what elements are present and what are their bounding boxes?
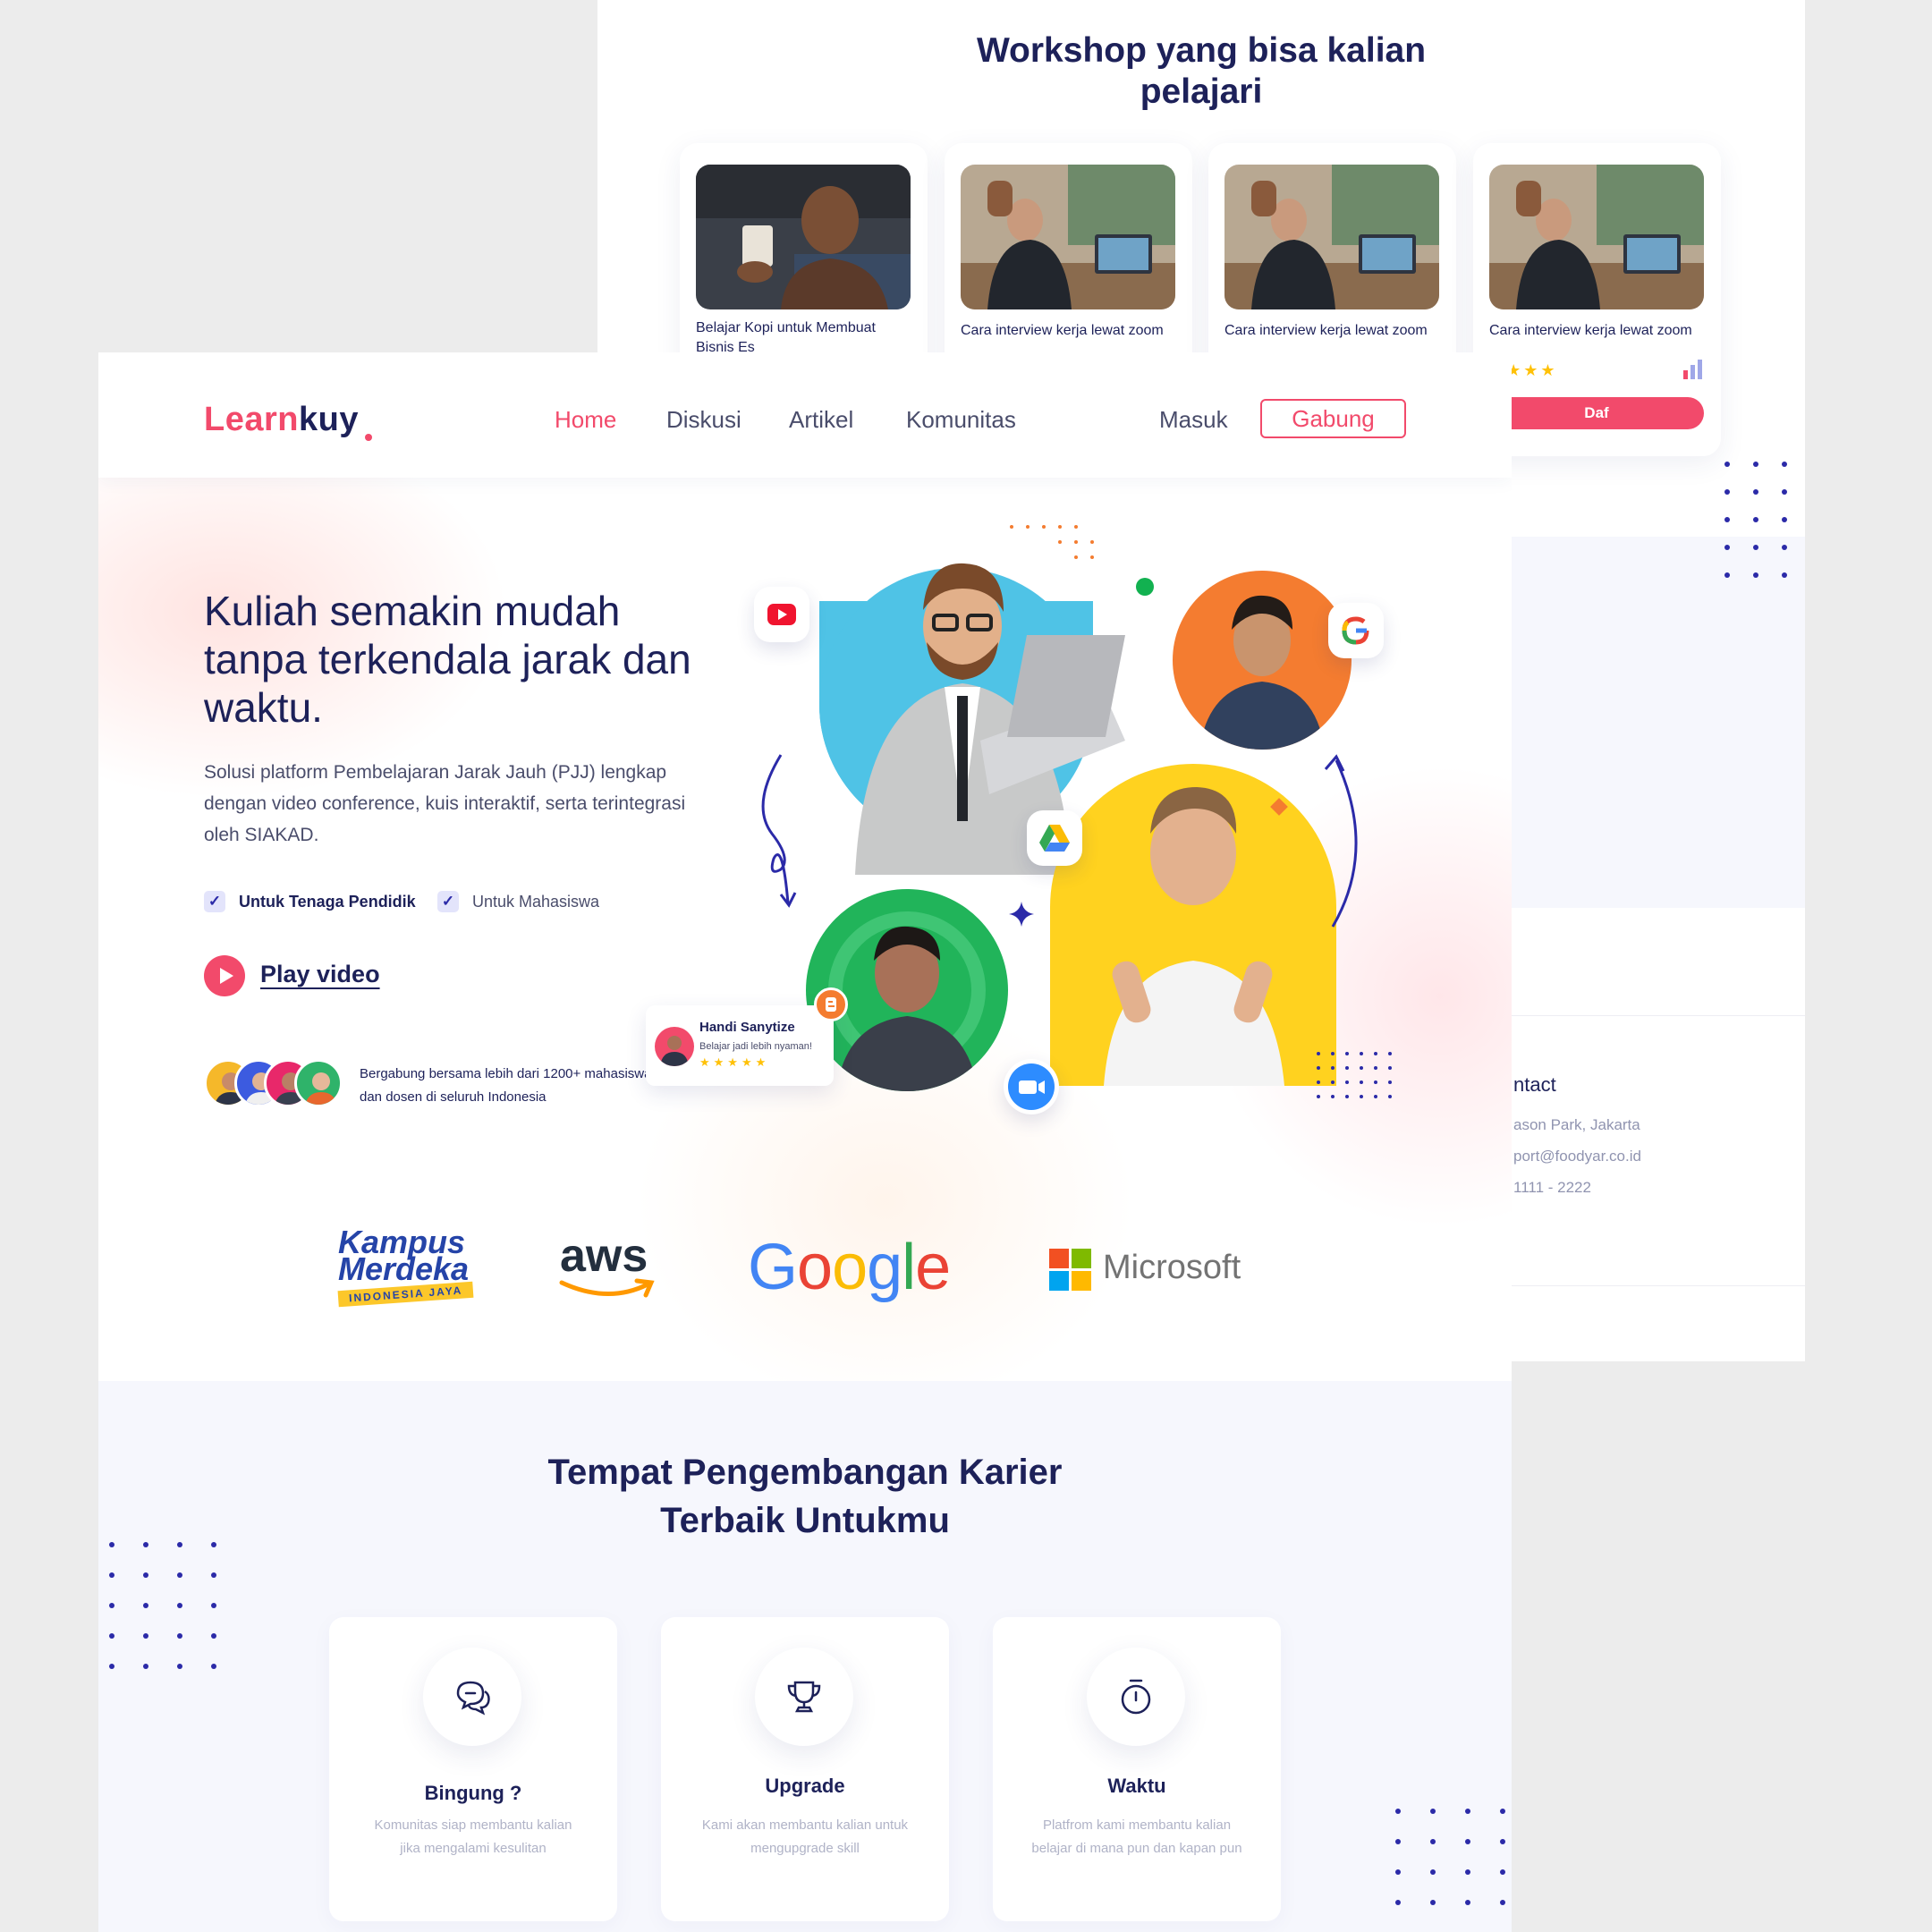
play-icon[interactable] xyxy=(204,955,245,996)
decorative-dot-grid xyxy=(1395,1809,1505,1905)
aws-smile-icon xyxy=(559,1278,655,1298)
workshop-card-title: Cara interview kerja lewat zoom xyxy=(1224,323,1428,338)
brand-logo[interactable]: Learnkuy xyxy=(204,401,359,439)
review-card: Handi Sanytize Belajar jadi lebih nyaman… xyxy=(646,1005,834,1086)
feature-card: Waktu Platfrom kami membantu kalian bela… xyxy=(993,1617,1281,1921)
dot-pattern-icon xyxy=(1317,1052,1392,1098)
contact-phone: 1111 - 2222 xyxy=(1513,1179,1591,1196)
microsoft-squares-icon xyxy=(1049,1249,1091,1291)
sparkle-icon xyxy=(1009,902,1034,927)
level-bars-icon xyxy=(1683,360,1702,379)
career-title: Tempat Pengembangan Karier Terbaik Untuk… xyxy=(547,1453,1063,1540)
microsoft-logo: Microsoft xyxy=(1049,1249,1241,1296)
workshop-photo xyxy=(1224,165,1439,309)
trophy-icon xyxy=(755,1648,853,1746)
signup-button[interactable]: Gabung xyxy=(1260,399,1406,438)
feature-desc: Komunitas siap membantu kalian jika meng… xyxy=(374,1818,572,1856)
feature-title: Upgrade xyxy=(765,1775,845,1797)
register-button[interactable]: Daf xyxy=(1489,397,1704,429)
google-icon xyxy=(1328,603,1384,658)
navbar: Learnkuy Home Diskusi Artikel Komunitas … xyxy=(98,352,1512,478)
green-dot-icon xyxy=(1136,578,1154,596)
google-logo: Google xyxy=(748,1232,951,1303)
workshop-photo xyxy=(1489,165,1704,309)
decorative-dot-grid xyxy=(109,1542,216,1669)
landing-page: Learnkuy Home Diskusi Artikel Komunitas … xyxy=(98,352,1512,1932)
nav-artikel[interactable]: Artikel xyxy=(789,406,853,434)
feature-card: Upgrade Kami akan membantu kalian untuk … xyxy=(661,1617,949,1921)
join-text: Bergabung bersama lebih dari 1200+ mahas… xyxy=(360,1066,652,1105)
feature-card: Bingung ? Komunitas siap membantu kalian… xyxy=(329,1617,617,1921)
hero-subtitle: Solusi platform Pembelajaran Jarak Jauh … xyxy=(204,762,686,845)
nav-komunitas[interactable]: Komunitas xyxy=(906,406,1016,434)
kampus-merdeka-logo: Kampus Merdeka INDONESIA JAYA xyxy=(337,1226,490,1308)
decorative-dot-grid xyxy=(1724,462,1787,578)
check-label-student: Untuk Mahasiswa xyxy=(472,893,600,911)
workshop-section-title: Workshop yang bisa kalian pelajari xyxy=(976,31,1427,111)
workshop-card-title: Cara interview kerja lewat zoom xyxy=(1489,323,1692,338)
check-icon[interactable]: ✓ xyxy=(204,891,225,912)
stopwatch-icon xyxy=(1087,1648,1185,1746)
login-button[interactable]: Masuk xyxy=(1159,406,1228,434)
play-video-link[interactable]: Play video xyxy=(260,961,380,988)
workshop-card-title: Cara interview kerja lewat zoom xyxy=(961,323,1164,338)
youtube-icon xyxy=(754,587,809,642)
curved-arrow-right-icon xyxy=(1324,754,1358,928)
hero-photo-yellow xyxy=(1050,764,1336,1086)
google-drive-icon xyxy=(1027,810,1082,866)
check-icon[interactable]: ✓ xyxy=(437,891,459,912)
review-name: Handi Sanytize xyxy=(699,1020,795,1035)
contact-title: ntact xyxy=(1513,1073,1556,1096)
review-text: Belajar jadi lebih nyaman! xyxy=(699,1041,812,1052)
nav-home[interactable]: Home xyxy=(555,406,616,434)
nav-diskusi[interactable]: Diskusi xyxy=(666,406,741,434)
feature-desc: Kami akan membantu kalian untuk mengupgr… xyxy=(701,1818,909,1856)
chat-icon xyxy=(423,1648,521,1746)
hero-title: Kuliah semakin mudah tanpa terkendala ja… xyxy=(204,588,691,731)
blogger-icon xyxy=(814,987,848,1021)
contact-email: port@foodyar.co.id xyxy=(1513,1148,1641,1165)
review-stars: ★★★★★ xyxy=(699,1055,770,1069)
zoom-icon xyxy=(1004,1059,1059,1114)
workshop-photo xyxy=(961,165,1175,309)
avatar xyxy=(294,1059,343,1107)
hero-photo-orange xyxy=(1173,571,1352,750)
feature-desc: Platfrom kami membantu kalian belajar di… xyxy=(1031,1818,1242,1856)
contact-address: ason Park, Jakarta xyxy=(1513,1116,1640,1133)
swirl-arrow-left-icon xyxy=(761,754,797,908)
feature-title: Waktu xyxy=(1107,1775,1166,1797)
avatar xyxy=(655,1027,694,1066)
aws-logo: aws xyxy=(559,1229,655,1298)
workshop-photo xyxy=(696,165,911,309)
logo-dot-icon xyxy=(365,434,372,441)
dot-pattern-icon xyxy=(1010,525,1094,559)
check-label-educator: Untuk Tenaga Pendidik xyxy=(239,893,416,911)
feature-title: Bingung ? xyxy=(424,1782,522,1804)
